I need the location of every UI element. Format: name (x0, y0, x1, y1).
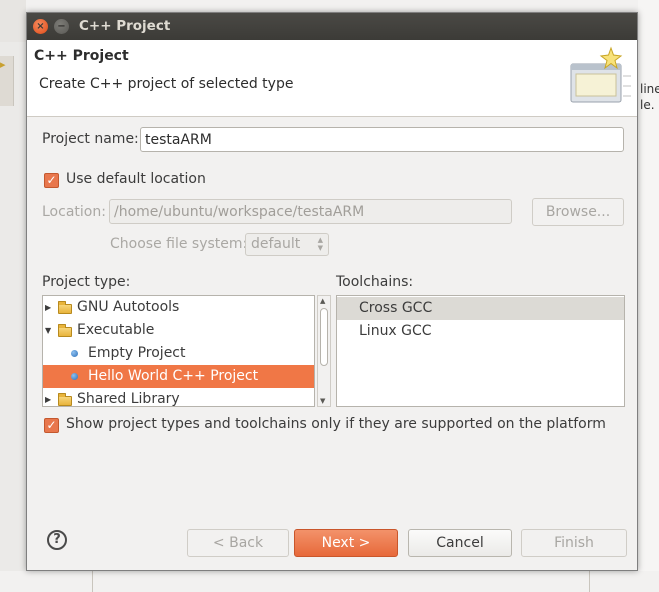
wizard-description: Create C++ project of selected type (39, 76, 294, 92)
background-text-line: line (640, 82, 659, 96)
project-name-label: Project name: (42, 131, 139, 147)
scroll-down-icon[interactable]: ▼ (320, 397, 325, 405)
wizard-title: C++ Project (34, 48, 129, 64)
new-project-wizard-icon (570, 46, 631, 103)
tree-item-label: Hello World C++ Project (88, 368, 259, 384)
background-divider (589, 571, 590, 592)
title-bar: × − C++ Project (27, 13, 637, 40)
next-button[interactable]: Next > (294, 529, 398, 557)
toolchains-list[interactable]: Cross GCC Linux GCC (336, 295, 625, 407)
tree-item-label: GNU Autotools (77, 299, 180, 315)
project-template-icon (71, 350, 78, 357)
toolchain-item-linux-gcc[interactable]: Linux GCC (337, 320, 624, 343)
background-arrow-icon: ▸ (0, 58, 6, 71)
file-system-select[interactable]: default ▲ ▼ (245, 233, 329, 256)
show-supported-only-label: Show project types and toolchains only i… (66, 416, 606, 432)
window-title: C++ Project (79, 18, 171, 34)
folder-icon (58, 301, 72, 314)
folder-icon (58, 393, 72, 406)
tree-item-gnu-autotools[interactable]: ▶ GNU Autotools (43, 296, 314, 319)
tree-item-empty-project[interactable]: Empty Project (43, 342, 314, 365)
project-type-scrollbar[interactable]: ▲ ▼ (317, 295, 331, 407)
project-name-input[interactable] (140, 127, 624, 152)
use-default-location-label: Use default location (66, 171, 206, 187)
cancel-button[interactable]: Cancel (408, 529, 512, 557)
browse-button[interactable]: Browse... (532, 198, 624, 226)
use-default-location-checkbox[interactable]: ✓ (44, 173, 59, 188)
help-icon[interactable]: ? (47, 530, 67, 550)
toolchains-label: Toolchains: (336, 274, 414, 290)
spinner-arrows-icon: ▲ ▼ (317, 236, 323, 252)
project-type-tree[interactable]: ▶ GNU Autotools ▼ Executable Empty Proje… (42, 295, 315, 407)
expand-arrow-icon[interactable]: ▶ (45, 296, 51, 319)
tree-item-label: Shared Library (77, 391, 180, 407)
tree-item-executable[interactable]: ▼ Executable (43, 319, 314, 342)
back-button[interactable]: < Back (187, 529, 289, 557)
folder-icon (58, 324, 72, 337)
tree-item-hello-world-cpp-project[interactable]: Hello World C++ Project (43, 365, 314, 388)
location-label: Location: (42, 204, 106, 220)
cpp-project-dialog: × − C++ Project C++ Project Create C++ p… (26, 12, 638, 571)
wizard-header: C++ Project Create C++ project of select… (27, 40, 637, 117)
toolchain-item-cross-gcc[interactable]: Cross GCC (337, 297, 624, 320)
scrollbar-thumb[interactable] (320, 308, 328, 366)
expand-arrow-icon[interactable]: ▶ (45, 388, 51, 406)
collapse-arrow-icon[interactable]: ▼ (45, 319, 51, 342)
tree-item-label: Empty Project (88, 345, 186, 361)
background-divider (92, 571, 93, 592)
file-system-value: default (251, 236, 301, 252)
tree-item-label: Executable (77, 322, 155, 338)
file-system-label: Choose file system: (110, 236, 248, 252)
close-window-button[interactable]: × (33, 19, 48, 34)
minimize-window-button[interactable]: − (54, 19, 69, 34)
location-input[interactable] (109, 199, 512, 224)
project-template-icon (71, 373, 78, 380)
finish-button[interactable]: Finish (521, 529, 627, 557)
background-text-line: le. (640, 98, 655, 112)
show-supported-only-checkbox[interactable]: ✓ (44, 418, 59, 433)
background-toolbar (0, 0, 26, 42)
tree-item-shared-library[interactable]: ▶ Shared Library (43, 388, 314, 407)
background-ide-bottom (0, 571, 659, 592)
project-type-label: Project type: (42, 274, 131, 290)
scroll-up-icon[interactable]: ▲ (320, 297, 325, 305)
